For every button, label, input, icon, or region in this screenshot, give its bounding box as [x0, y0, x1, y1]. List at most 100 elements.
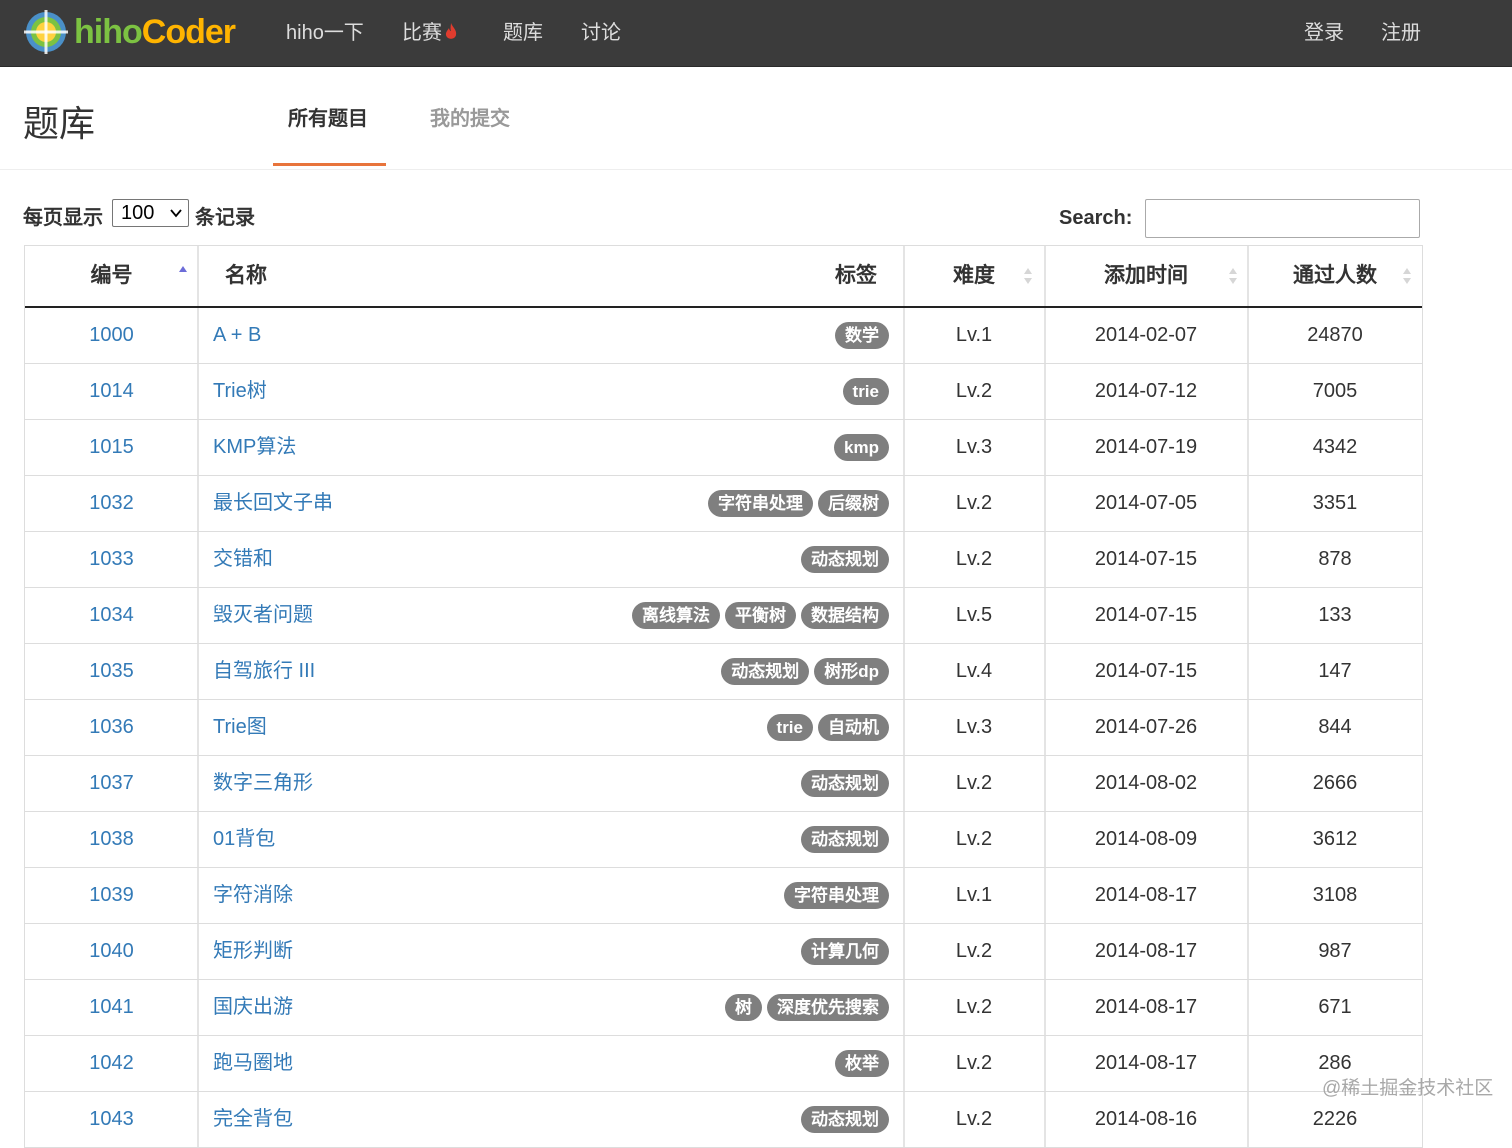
tag-badge[interactable]: 计算几何 — [801, 938, 889, 966]
problem-passed-count: 878 — [1318, 548, 1352, 570]
problem-level: Lv.2 — [955, 828, 993, 850]
nav-problemset[interactable]: 题库 — [503, 18, 543, 48]
tag-badge[interactable]: 平衡树 — [725, 602, 796, 630]
table-row: 1015 KMP算法 kmp Lv.3 2014-07-19 4342 — [25, 420, 1422, 476]
tag-badge[interactable]: trie — [766, 714, 813, 742]
problem-passed-count: 4342 — [1312, 436, 1358, 458]
header-passed[interactable]: 通过人数 — [1249, 246, 1421, 306]
table-row: 1038 01背包 动态规划 Lv.2 2014-08-09 3612 — [25, 812, 1422, 868]
tag-badge[interactable]: 动态规划 — [801, 546, 889, 574]
logo-target-icon — [24, 10, 68, 54]
page-header: 题库 所有题目 我的提交 — [0, 67, 1512, 170]
table-row: 1037 数字三角形 动态规划 Lv.2 2014-08-02 2666 — [25, 756, 1422, 812]
table-row: 1039 字符消除 字符串处理 Lv.1 2014-08-17 3108 — [25, 868, 1422, 924]
tag-badge[interactable]: 数学 — [835, 322, 889, 350]
problem-level: Lv.5 — [955, 604, 993, 626]
problem-passed-count: 147 — [1318, 660, 1352, 682]
tab-all-problems[interactable]: 所有题目 — [288, 102, 368, 131]
watermark: @稀土掘金技术社区 — [1322, 1078, 1494, 1099]
tag-badge[interactable]: 动态规划 — [721, 658, 810, 686]
problem-tags: 字符串处理 后缀树 — [405, 476, 889, 530]
tag-badge[interactable]: 字符串处理 — [784, 882, 889, 910]
nav-discuss[interactable]: 讨论 — [581, 18, 621, 48]
tag-badge[interactable]: 动态规划 — [801, 770, 889, 798]
header-date[interactable]: 添加时间 — [1045, 246, 1247, 306]
problem-date: 2014-07-26 — [1094, 716, 1198, 738]
problem-tags: trie — [405, 364, 889, 418]
tag-badge[interactable]: 动态规划 — [801, 826, 889, 854]
logo-hiho: hiho — [74, 12, 143, 51]
problem-id-link[interactable]: 1032 — [25, 476, 198, 530]
problem-id-link[interactable]: 1035 — [25, 644, 198, 698]
problem-level: Lv.2 — [955, 492, 993, 514]
problem-id-link[interactable]: 1000 — [25, 308, 198, 362]
table-row: 1032 最长回文子串 字符串处理 后缀树 Lv.2 2014-07-05 3351 — [25, 476, 1422, 532]
tag-badge[interactable]: 树 — [725, 994, 762, 1022]
problem-date: 2014-07-15 — [1094, 604, 1198, 626]
tag-badge[interactable]: trie — [842, 378, 889, 406]
problem-level: Lv.2 — [955, 380, 993, 402]
nav-hiho[interactable]: hiho一下 — [286, 18, 364, 48]
problem-date: 2014-07-05 — [1094, 492, 1198, 514]
problem-passed-count: 987 — [1318, 940, 1352, 962]
tag-badge[interactable]: 自动机 — [818, 714, 889, 742]
problem-id-link[interactable]: 1042 — [25, 1036, 198, 1090]
search-input[interactable] — [1145, 199, 1420, 238]
problem-level: Lv.1 — [955, 324, 993, 346]
search-label: Search: — [1059, 207, 1133, 229]
problem-tags: trie 自动机 — [405, 700, 889, 754]
problem-id-link[interactable]: 1039 — [25, 868, 198, 922]
problem-tags: 字符串处理 — [405, 868, 889, 922]
register-link[interactable]: 注册 — [1381, 18, 1421, 48]
problem-id-link[interactable]: 1037 — [25, 756, 198, 810]
header-id[interactable]: 编号 — [25, 246, 198, 306]
tag-badge[interactable]: 数据结构 — [801, 602, 889, 630]
tag-badge[interactable]: 离线算法 — [632, 602, 720, 630]
tag-badge[interactable]: 后缀树 — [818, 490, 889, 518]
problem-id-link[interactable]: 1014 — [25, 364, 198, 418]
flame-icon — [445, 23, 457, 39]
nav-contest[interactable]: 比赛 — [402, 18, 458, 48]
problem-id-link[interactable]: 1040 — [25, 924, 198, 978]
sort-asc-icon — [179, 266, 187, 272]
chevron-down-icon — [170, 209, 182, 218]
tag-badge[interactable]: 深度优先搜索 — [767, 994, 889, 1022]
active-tab-indicator — [273, 163, 386, 166]
tag-badge[interactable]: 树形dp — [814, 658, 889, 686]
problem-date: 2014-08-09 — [1094, 828, 1198, 850]
nav-contest-label: 比赛 — [402, 22, 442, 44]
tag-badge[interactable]: 枚举 — [835, 1050, 889, 1078]
problem-level: Lv.2 — [955, 548, 993, 570]
problem-passed-count: 2226 — [1312, 1108, 1358, 1130]
tag-badge[interactable]: kmp — [834, 434, 889, 462]
problem-id-link[interactable]: 1034 — [25, 588, 198, 642]
problem-id-link[interactable]: 1015 — [25, 420, 198, 474]
problem-passed-count: 2666 — [1312, 772, 1358, 794]
problem-tags: 计算几何 — [405, 924, 889, 978]
problem-passed-count: 24870 — [1307, 324, 1363, 346]
problem-level: Lv.2 — [955, 940, 993, 962]
table-row: 1033 交错和 动态规划 Lv.2 2014-07-15 878 — [25, 532, 1422, 588]
problem-id-link[interactable]: 1038 — [25, 812, 198, 866]
problem-date: 2014-08-17 — [1094, 1052, 1198, 1074]
problem-id-link[interactable]: 1036 — [25, 700, 198, 754]
problem-id-link[interactable]: 1043 — [25, 1092, 198, 1146]
problem-tags: 树深度优先搜索 — [405, 980, 889, 1034]
problem-tags: 离线算法 平衡树 数据结构 — [405, 588, 889, 642]
problem-date: 2014-08-02 — [1094, 772, 1198, 794]
site-logo[interactable]: hihoCoder — [24, 9, 236, 55]
tab-my-submissions[interactable]: 我的提交 — [430, 102, 510, 131]
page-size-select[interactable]: 100 — [112, 199, 189, 227]
tag-badge[interactable]: 字符串处理 — [708, 490, 813, 518]
tag-badge[interactable]: 动态规划 — [801, 1106, 889, 1134]
sort-both-icon — [1024, 268, 1032, 284]
problem-id-link[interactable]: 1033 — [25, 532, 198, 586]
header-name[interactable]: 名称 — [225, 246, 267, 306]
header-id-label: 编号 — [90, 264, 133, 287]
table-row: 1014 Trie树 trie Lv.2 2014-07-12 7005 — [25, 364, 1422, 420]
table-row: 1042 跑马圈地 枚举 Lv.2 2014-08-17 286 — [25, 1036, 1422, 1092]
problem-tags: 动态规划 树形dp — [405, 644, 889, 698]
problem-date: 2014-07-15 — [1094, 548, 1198, 570]
problem-id-link[interactable]: 1041 — [25, 980, 198, 1034]
login-link[interactable]: 登录 — [1304, 18, 1344, 48]
